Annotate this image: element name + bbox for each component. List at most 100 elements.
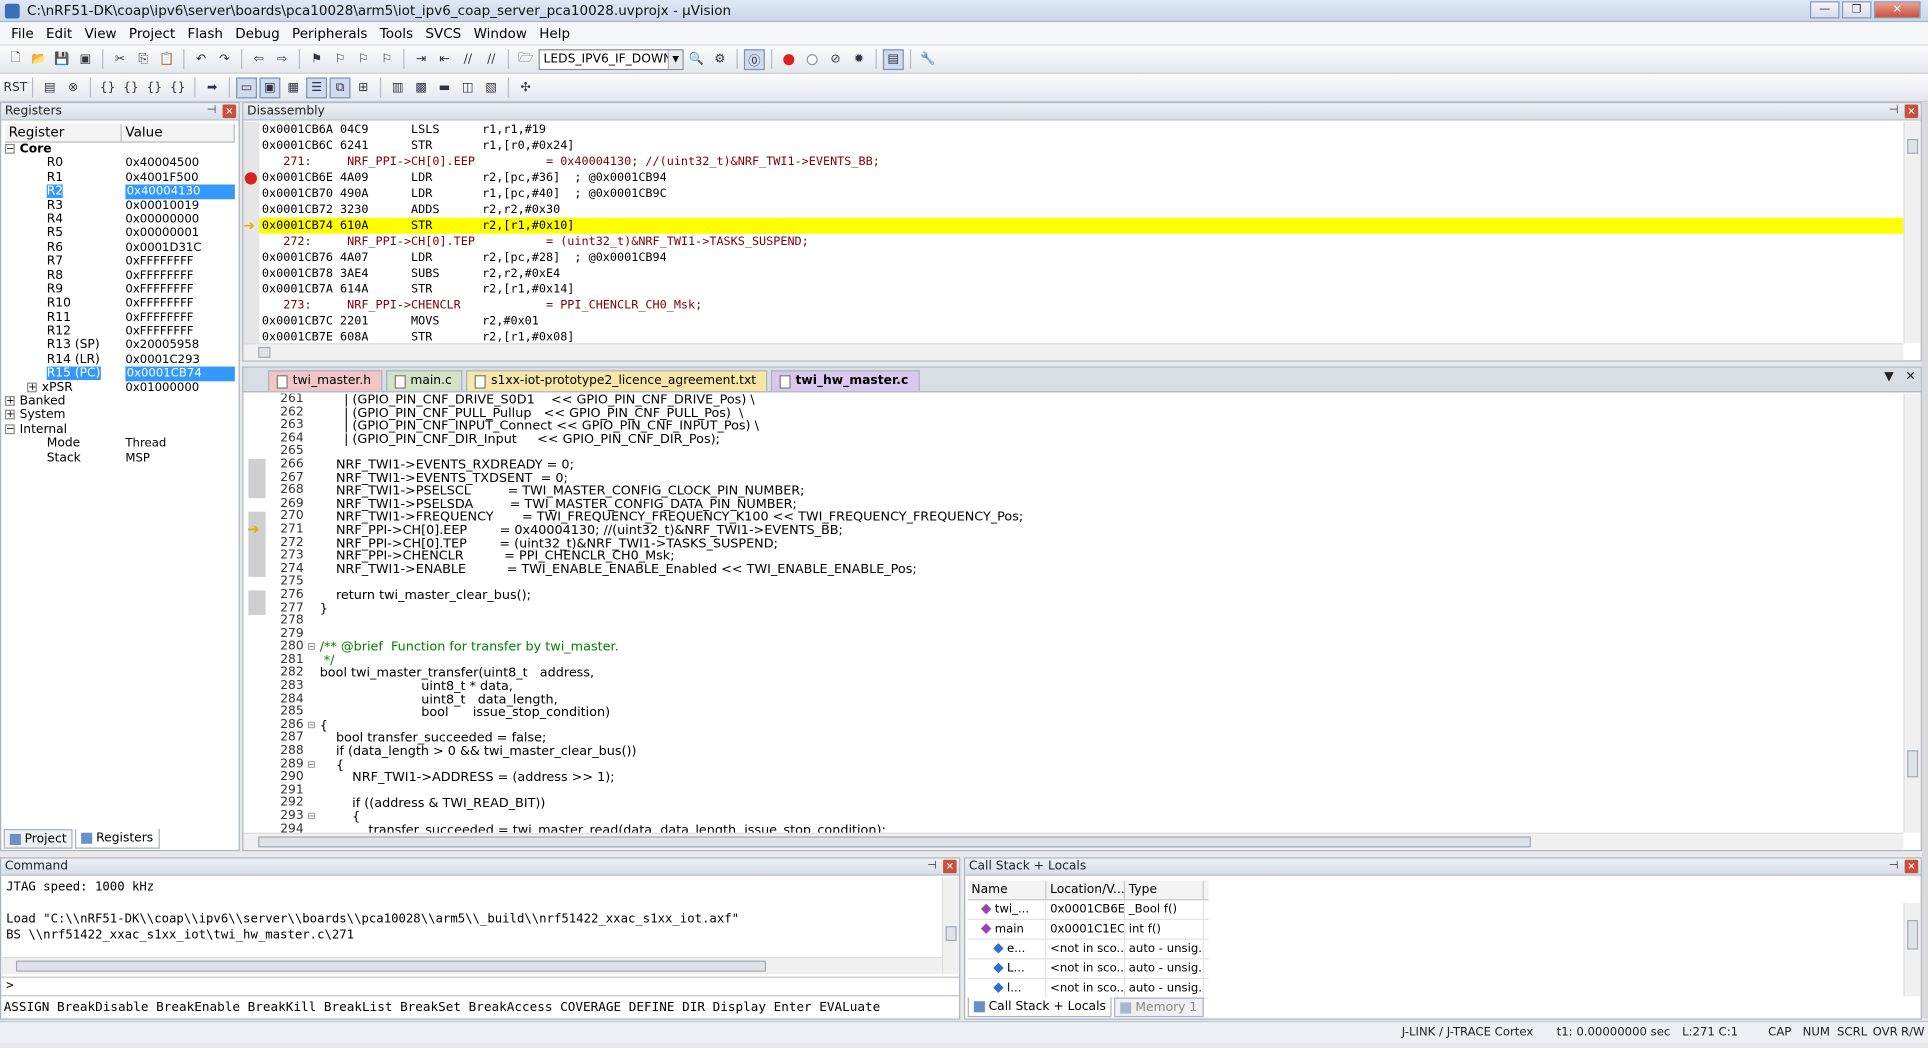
register-row[interactable]: R12 0xFFFFFFFF <box>5 325 235 339</box>
menu-window[interactable]: Window <box>467 25 533 41</box>
menu-view[interactable]: View <box>78 25 122 41</box>
clear-bookmarks-icon[interactable]: ⚐ <box>376 49 397 70</box>
symbols-window-icon[interactable]: ▦ <box>283 77 304 98</box>
new-file-icon[interactable]: 🗋 <box>5 49 26 70</box>
analysis-window-icon[interactable]: ▬ <box>434 77 455 98</box>
disassembly-window-icon[interactable]: ▣ <box>259 76 281 98</box>
tab-call-stack-locals[interactable]: Call Stack + Locals <box>967 997 1113 1018</box>
register-group-core[interactable]: − Core <box>4 143 235 157</box>
disassembly-line[interactable]: 0x0001CB6A 04C9 LSLS r1,r1,#19 <box>259 122 1903 138</box>
call-stack-row[interactable]: e... <not in sco... auto - unsig... <box>967 939 1209 960</box>
find-icon[interactable]: 🔍 <box>686 49 707 70</box>
pin-icon[interactable]: ⊣ <box>927 859 937 875</box>
show-next-statement-icon[interactable]: ➡ <box>202 77 223 98</box>
pin-icon[interactable]: ⊣ <box>207 103 217 119</box>
serial-window-icon[interactable]: ▩ <box>411 77 432 98</box>
tab-project[interactable]: Project <box>3 829 73 849</box>
column-value[interactable]: Value <box>122 124 235 142</box>
menu-peripherals[interactable]: Peripherals <box>286 25 374 41</box>
menu-tools[interactable]: Tools <box>374 25 420 41</box>
call-stack-row[interactable]: L... <not in sco... auto - unsig... <box>967 959 1209 980</box>
run-to-cursor-icon[interactable]: {} <box>167 77 188 98</box>
incremental-find-icon[interactable]: ⚙ <box>709 49 730 70</box>
tab-licence-agreement[interactable]: s1xx-iot-prototype2_licence_agreement.tx… <box>466 370 768 392</box>
call-stack-vertical-scrollbar[interactable] <box>1903 902 1921 997</box>
register-row[interactable]: R7 0xFFFFFFFF <box>5 255 235 269</box>
disassembly-line[interactable]: 0x0001CB78 3AE4 SUBS r2,r2,#0xE4 <box>259 266 1903 282</box>
run-icon[interactable]: ▤ <box>39 77 60 98</box>
menu-svcs[interactable]: SVCS <box>419 25 467 41</box>
editor-tab-controls[interactable]: ▼ ✕ <box>1884 370 1915 384</box>
window-layout-icon[interactable]: ▤ <box>882 48 904 70</box>
comment-icon[interactable]: // <box>457 49 478 70</box>
open-file-icon[interactable]: 📂 <box>28 49 49 70</box>
target-combo[interactable]: LEDS_IPV6_IF_DOWN ▼ <box>538 48 684 70</box>
scroll-thumb[interactable] <box>1907 920 1919 950</box>
scroll-thumb[interactable] <box>15 960 767 972</box>
bookmark-icon[interactable]: ⚑ <box>306 49 327 70</box>
scroll-thumb[interactable] <box>1907 750 1919 778</box>
command-horizontal-scrollbar[interactable] <box>1 956 942 975</box>
disassembly-line[interactable]: 272: NRF_PPI->CH[0].TEP = (uint32_t)&NRF… <box>259 234 1903 250</box>
pin-icon[interactable]: ⊣ <box>1889 859 1899 875</box>
expand-icon[interactable]: + <box>27 381 37 392</box>
watch-window-icon[interactable]: ⊞ <box>353 77 374 98</box>
debug-session-icon[interactable]: ⓪ <box>743 48 765 70</box>
register-row[interactable]: + xPSR 0x01000000 <box>5 381 235 395</box>
disable-breakpoints-icon[interactable]: ⊘ <box>825 49 846 70</box>
command-input[interactable]: > <box>1 976 960 995</box>
expand-icon[interactable]: + <box>4 409 15 420</box>
close-icon[interactable]: ✕ <box>222 104 237 119</box>
call-stack-window-icon[interactable]: ⧉ <box>329 76 351 98</box>
prev-bookmark-icon[interactable]: ⚐ <box>330 49 351 70</box>
reset-icon[interactable]: RST <box>3 77 27 98</box>
register-row[interactable]: R4 0x00000000 <box>5 213 235 227</box>
tab-memory-1[interactable]: Memory 1 <box>1114 997 1204 1018</box>
menu-debug[interactable]: Debug <box>229 25 286 41</box>
close-icon[interactable]: ✕ <box>1904 859 1919 874</box>
breakpoint-icon[interactable] <box>244 171 257 184</box>
collapse-icon[interactable]: − <box>4 424 15 434</box>
column-register[interactable]: Register <box>5 124 122 142</box>
fold-icon[interactable]: ⊟ <box>307 811 319 824</box>
register-row[interactable]: R0 0x40004500 <box>5 157 235 171</box>
disassembly-horizontal-scrollbar[interactable] <box>243 343 1904 361</box>
disassembly-line[interactable]: 0x0001CB74 610A STR r2,[r1,#0x10] <box>259 217 1904 234</box>
navigate-back-icon[interactable]: ⇦ <box>248 49 269 70</box>
tab-registers[interactable]: Registers <box>75 829 160 849</box>
fold-icon[interactable]: ⊟ <box>307 641 319 654</box>
menu-flash[interactable]: Flash <box>181 25 229 41</box>
disassembly-line[interactable]: 271: NRF_PPI->CH[0].EEP = 0x40004130; //… <box>259 154 1903 170</box>
insert-breakpoint-icon[interactable] <box>778 49 799 70</box>
stop-icon[interactable]: ⊗ <box>63 77 84 98</box>
editor-vertical-scrollbar[interactable] <box>1903 393 1921 833</box>
call-stack-row[interactable]: main 0x0001C1EC int f() <box>967 920 1209 940</box>
command-vertical-scrollbar[interactable] <box>941 876 960 975</box>
unindent-icon[interactable]: ⇤ <box>434 49 455 70</box>
disassembly-line[interactable]: 0x0001CB7A 614A STR r2,[r1,#0x14] <box>259 282 1903 298</box>
redo-icon[interactable]: ↷ <box>214 49 235 70</box>
disassembly-line[interactable]: 0x0001CB6E 4A09 LDR r2,[pc,#36] ; @0x000… <box>259 170 1903 186</box>
cut-icon[interactable]: ✂ <box>109 49 130 70</box>
register-row[interactable]: Stack MSP <box>5 451 235 465</box>
enable-breakpoint-icon[interactable] <box>802 49 823 70</box>
call-stack-row[interactable]: twi_... 0x0001CB6E _Bool f() <box>967 900 1209 921</box>
collapse-icon[interactable]: − <box>4 143 15 154</box>
register-row[interactable]: R14 (LR) 0x0001C293 <box>5 353 235 367</box>
configure-icon[interactable]: 🔧 <box>917 49 938 70</box>
disassembly-line[interactable]: 0x0001CB7C 2201 MOVS r2,#0x01 <box>259 314 1903 330</box>
register-row[interactable]: R10 0xFFFFFFFF <box>5 297 235 311</box>
scroll-thumb[interactable] <box>258 836 1531 848</box>
register-row[interactable]: R1 0x4001F500 <box>5 171 235 185</box>
editor-gutter[interactable]: ➔ <box>243 393 266 833</box>
register-row[interactable]: R6 0x0001D31C <box>5 241 235 255</box>
close-icon[interactable]: ✕ <box>1904 104 1919 119</box>
column-location[interactable]: Location/V... <box>1046 880 1126 900</box>
next-bookmark-icon[interactable]: ⚐ <box>353 49 374 70</box>
fold-icon[interactable]: ⊟ <box>307 758 319 771</box>
fold-icon[interactable]: ⊟ <box>307 719 319 732</box>
pin-icon[interactable]: ⊣ <box>1889 103 1899 119</box>
register-row[interactable]: R2 0x40004130 <box>5 184 235 199</box>
save-icon[interactable]: 💾 <box>52 49 73 70</box>
step-out-icon[interactable]: {} <box>144 77 165 98</box>
